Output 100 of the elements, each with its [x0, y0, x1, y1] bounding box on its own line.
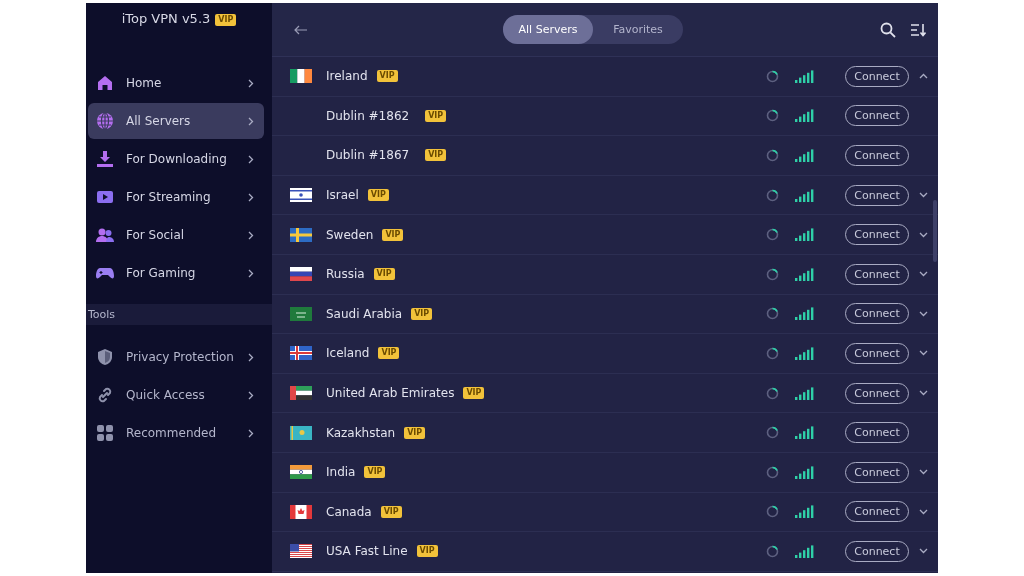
signal-strength-icon — [795, 307, 815, 321]
chevron-right-icon — [248, 154, 254, 164]
country-name: Israel — [326, 188, 359, 203]
country-name: Sweden — [326, 227, 374, 242]
vip-badge: VIP — [416, 545, 438, 558]
country-name: USA Fast Line — [326, 544, 408, 559]
signal-strength-icon — [795, 267, 815, 281]
sort-button[interactable] — [910, 22, 926, 37]
vip-badge: VIP — [373, 268, 395, 281]
flag-icon — [290, 306, 312, 321]
signal-strength-icon — [795, 465, 815, 479]
signal-strength-icon — [795, 386, 815, 400]
chevron-right-icon — [248, 390, 254, 400]
chevron-down-icon[interactable] — [918, 350, 928, 357]
loading-spinner-icon — [766, 188, 779, 202]
sidebar-item[interactable]: For Downloading — [88, 141, 264, 177]
chevron-down-icon[interactable] — [918, 508, 928, 515]
chevron-up-icon[interactable] — [918, 73, 928, 80]
back-button[interactable] — [294, 24, 308, 35]
chevron-right-icon — [248, 428, 254, 438]
scrollbar-thumb[interactable] — [933, 200, 937, 262]
link-icon — [96, 386, 114, 404]
loading-spinner-icon — [766, 149, 779, 162]
globe-icon — [96, 112, 114, 130]
flag-icon — [290, 504, 312, 519]
country-name: Russia — [326, 267, 365, 282]
tab[interactable]: All Servers — [503, 15, 593, 44]
shield-icon — [96, 348, 114, 366]
server-name: Dublin #1862 — [326, 108, 410, 123]
vip-badge: VIP — [425, 149, 447, 162]
loading-spinner-icon — [766, 544, 779, 558]
sidebar-item[interactable]: Quick Access — [88, 377, 264, 413]
chevron-right-icon — [248, 268, 254, 278]
signal-strength-icon — [795, 346, 815, 360]
sidebar-item[interactable]: All Servers — [88, 103, 264, 139]
loading-spinner-icon — [766, 346, 779, 360]
loading-spinner-icon — [766, 228, 779, 242]
chevron-right-icon — [248, 116, 254, 126]
flag-icon — [290, 69, 312, 84]
loading-spinner-icon — [766, 307, 779, 321]
chevron-down-icon[interactable] — [918, 231, 928, 238]
chevron-down-icon[interactable] — [918, 192, 928, 199]
vip-badge: VIP — [380, 505, 402, 518]
chevron-right-icon — [248, 192, 254, 202]
signal-strength-icon — [795, 544, 815, 558]
vip-badge: VIP — [425, 109, 447, 122]
download-icon — [96, 150, 114, 168]
loading-spinner-icon — [766, 69, 779, 83]
home-icon — [96, 74, 114, 92]
sidebar-item[interactable]: For Streaming — [88, 179, 264, 215]
chevron-down-icon[interactable] — [918, 469, 928, 476]
country-name: Canada — [326, 504, 372, 519]
signal-strength-icon — [795, 426, 815, 440]
vip-badge: VIP — [364, 466, 386, 479]
tab[interactable]: Favorites — [593, 15, 683, 44]
signal-strength-icon — [795, 228, 815, 242]
country-name: Kazakhstan — [326, 425, 396, 440]
vip-badge: VIP — [376, 70, 398, 83]
vip-badge: VIP — [404, 426, 426, 439]
loading-spinner-icon — [766, 426, 779, 440]
loading-spinner-icon — [766, 505, 779, 519]
sort-icon — [910, 22, 926, 37]
app-title: iTop VPN v5.3 — [121, 11, 211, 26]
loading-spinner-icon — [766, 267, 779, 281]
sidebar-item[interactable]: For Gaming — [88, 255, 264, 291]
section-title: Tools — [88, 308, 116, 321]
chevron-down-icon[interactable] — [918, 310, 928, 317]
flag-icon — [290, 386, 312, 401]
vip-badge: VIP — [378, 347, 400, 360]
loading-spinner-icon — [766, 109, 779, 123]
chevron-down-icon[interactable] — [918, 271, 928, 278]
vip-badge: VIP — [215, 14, 237, 26]
flag-icon — [290, 227, 312, 242]
sidebar-item[interactable]: Recommended — [88, 415, 264, 451]
search-button[interactable] — [880, 21, 896, 38]
signal-strength-icon — [795, 69, 815, 83]
country-name: Iceland — [326, 346, 370, 361]
signal-strength-icon — [795, 109, 815, 123]
chevron-right-icon — [248, 78, 254, 88]
chevron-right-icon — [248, 230, 254, 240]
country-name: Ireland — [326, 69, 368, 84]
chevron-down-icon[interactable] — [918, 548, 928, 555]
country-name: United Arab Emirates — [326, 386, 455, 401]
sidebar-item[interactable]: Privacy Protection — [88, 339, 264, 375]
grid-icon — [96, 424, 114, 442]
sidebar-item[interactable]: Home — [88, 65, 264, 101]
chevron-right-icon — [248, 352, 254, 362]
flag-icon — [290, 544, 312, 559]
country-name: Saudi Arabia — [326, 306, 403, 321]
back-arrow-icon — [294, 24, 308, 35]
signal-strength-icon — [795, 188, 815, 202]
flag-icon — [290, 188, 312, 203]
chevron-down-icon[interactable] — [918, 390, 928, 397]
vip-badge: VIP — [411, 307, 433, 320]
vip-badge: VIP — [463, 387, 485, 400]
search-icon — [880, 21, 896, 38]
flag-icon — [290, 425, 312, 440]
sidebar-item[interactable]: For Social — [88, 217, 264, 253]
server-name: Dublin #1867 — [326, 148, 410, 163]
country-name: India — [326, 465, 356, 480]
